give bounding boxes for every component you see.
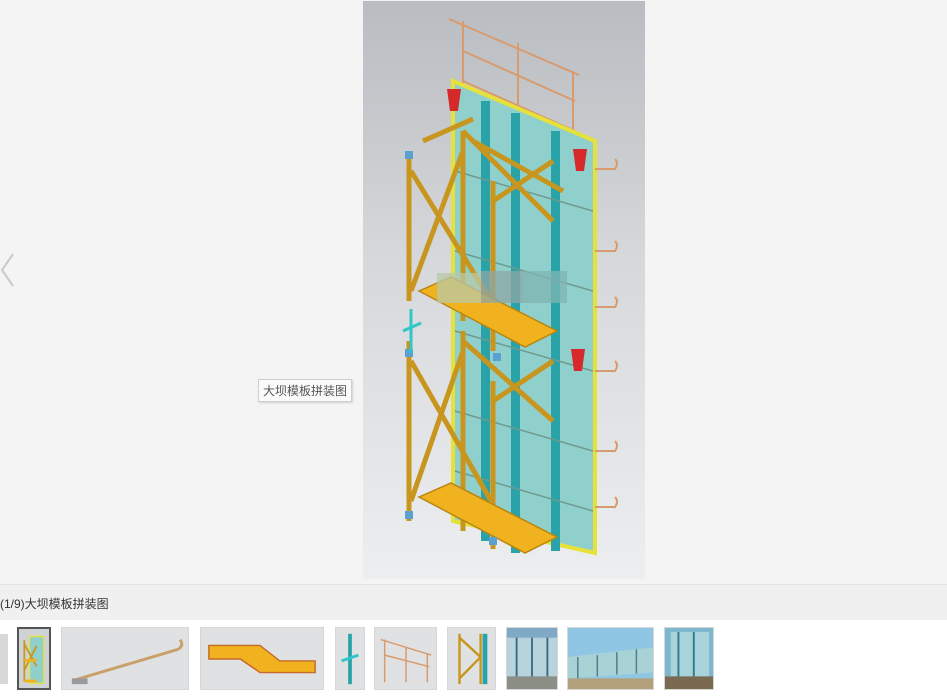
thumb-anchor-rod[interactable]: [61, 627, 189, 690]
thumb-site-photo-3[interactable]: [664, 627, 714, 690]
image-title-tooltip: 大坝模板拼装图: [258, 379, 353, 402]
thumb-scroll-left-icon[interactable]: [0, 634, 8, 684]
thumb-platform-board[interactable]: [200, 627, 324, 690]
previous-image-button[interactable]: [0, 250, 18, 290]
thumb-site-photo-2[interactable]: [567, 627, 654, 690]
thumb-formwork-assembly[interactable]: [17, 627, 51, 690]
thumb-connector-part[interactable]: [335, 627, 365, 690]
main-image[interactable]: [363, 1, 645, 579]
image-viewer: 大坝模板拼装图: [0, 0, 947, 584]
thumb-frame-support[interactable]: [447, 627, 496, 690]
caption-bar: (1/9)大坝模板拼装图: [0, 584, 947, 621]
chevron-left-icon: [0, 253, 14, 287]
thumbnail-strip: [0, 620, 947, 697]
thumb-site-photo-1[interactable]: [506, 627, 558, 690]
image-caption: (1/9)大坝模板拼装图: [0, 597, 109, 611]
formwork-assembly-drawing: [402, 18, 618, 556]
thumb-guardrail[interactable]: [374, 627, 437, 690]
